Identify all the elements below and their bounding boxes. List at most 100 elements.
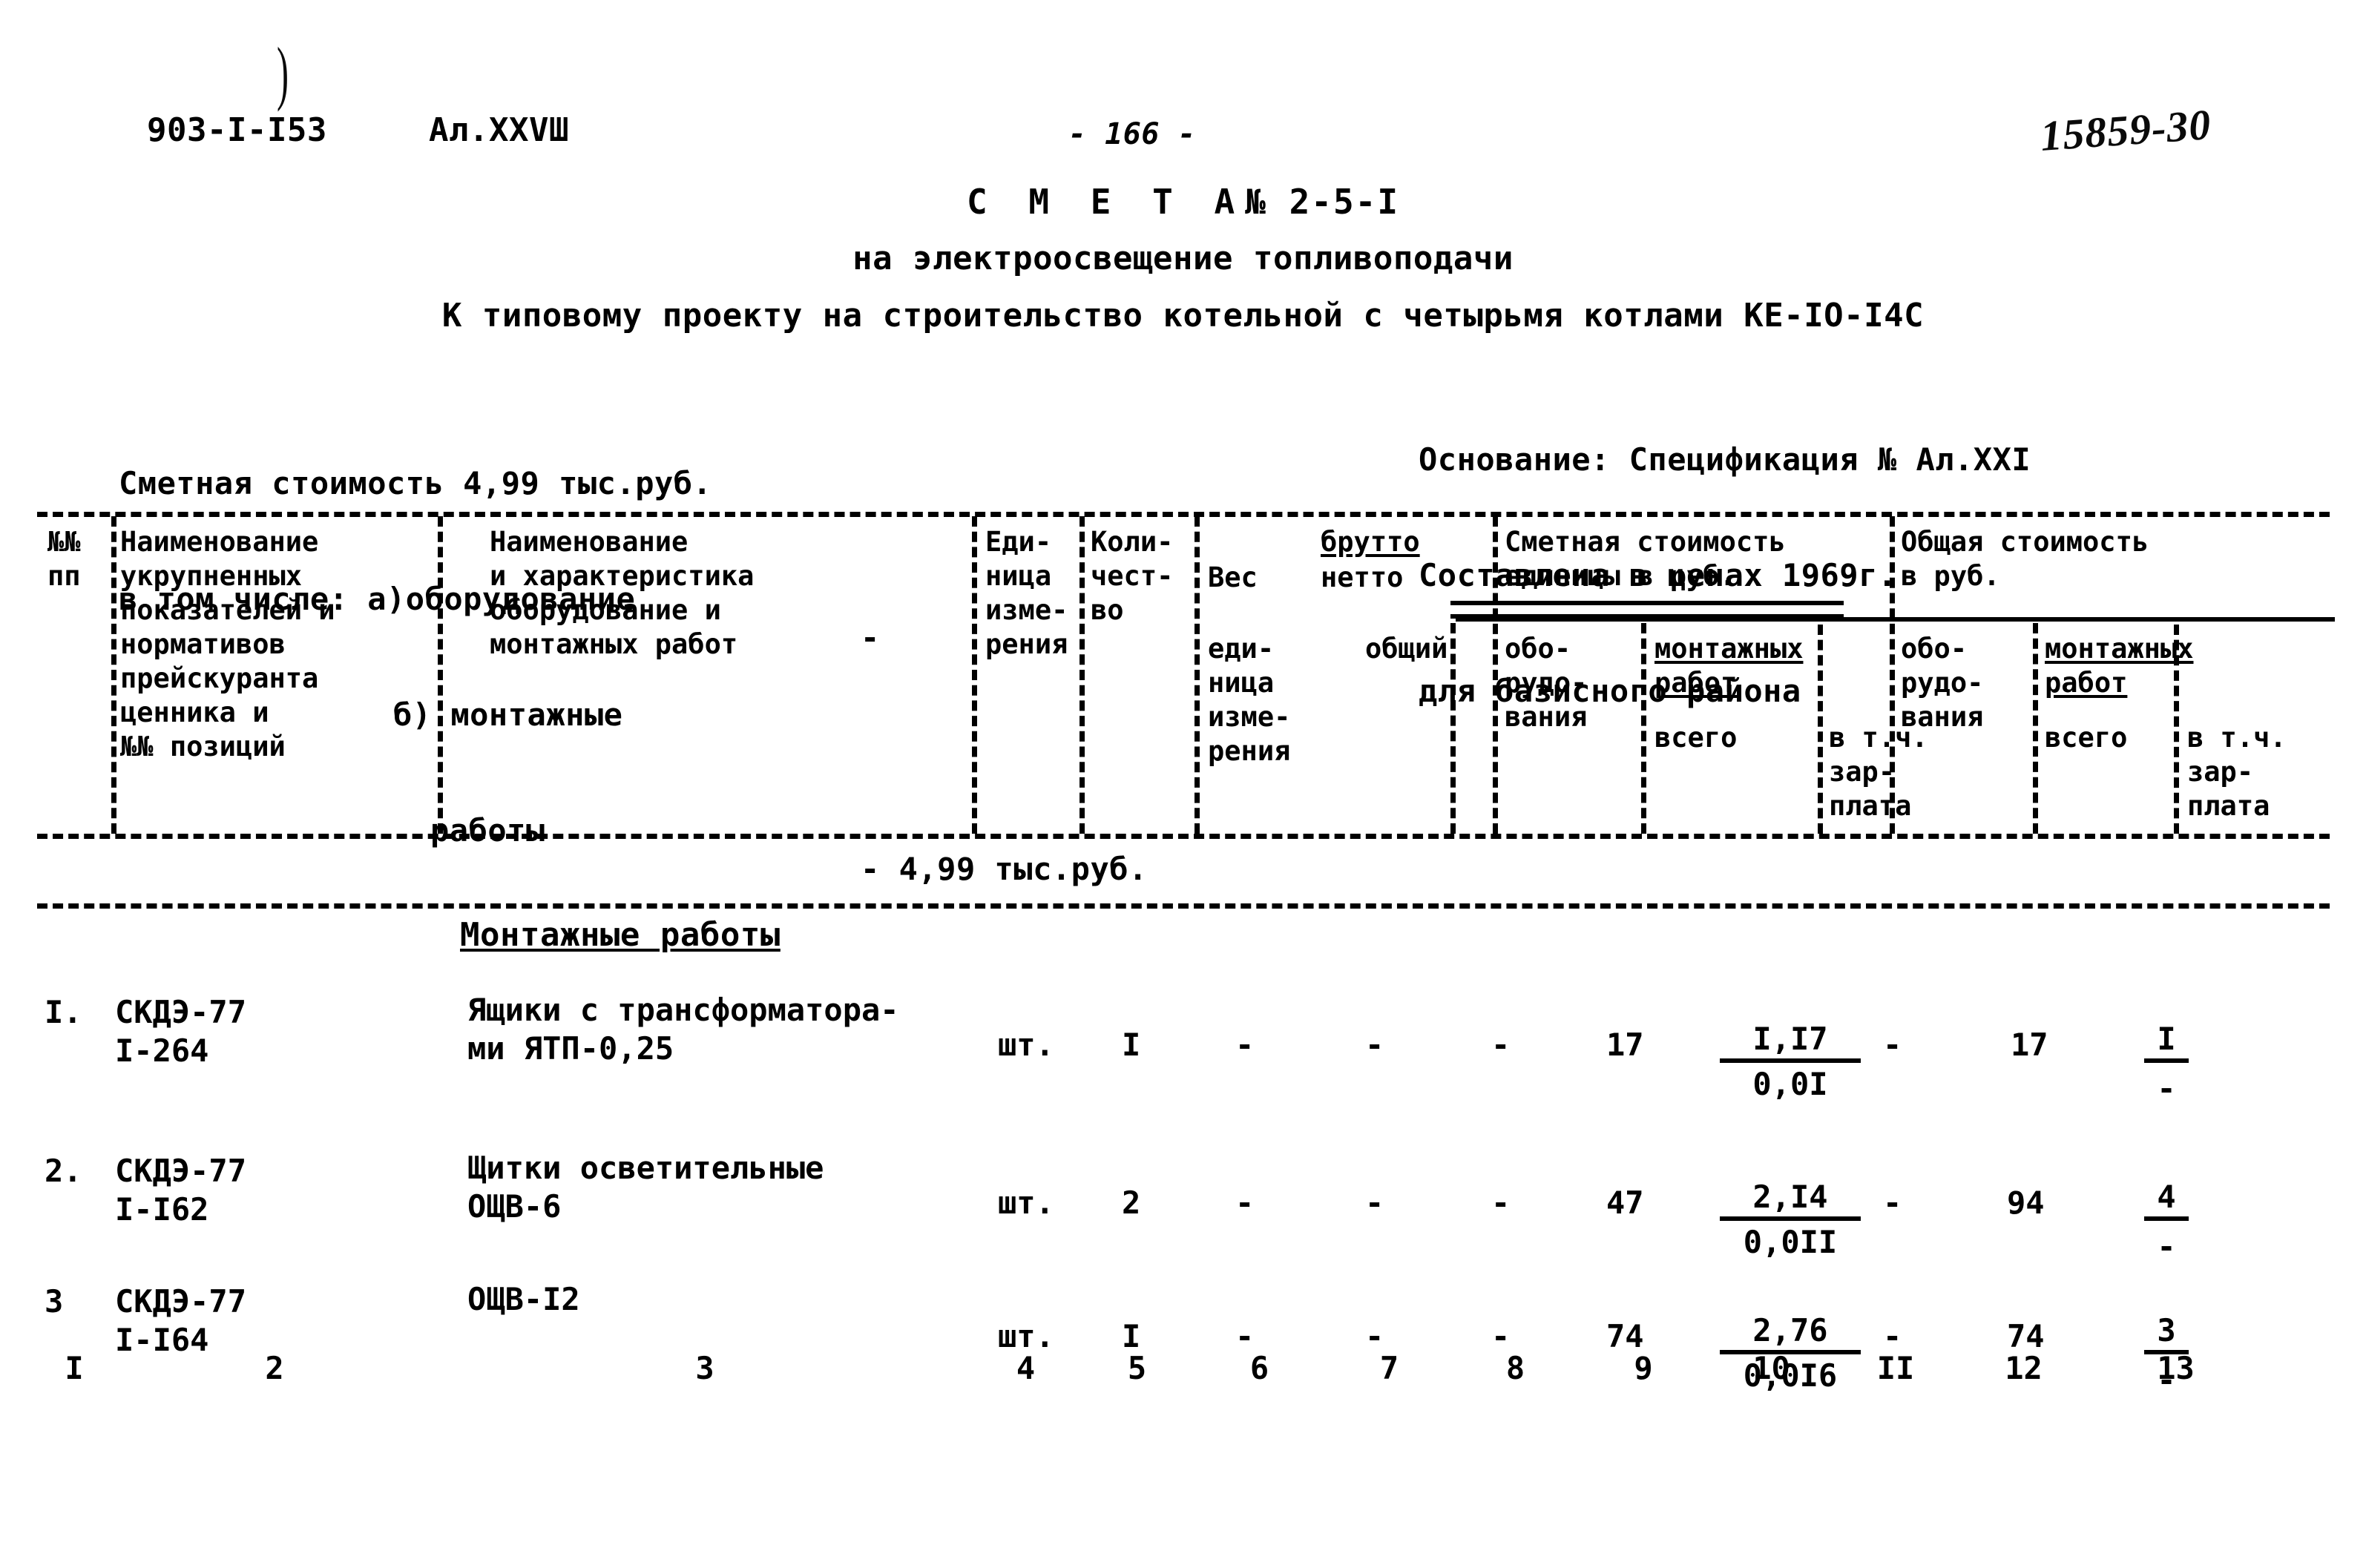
row-wage-total: 4: [2144, 1179, 2189, 1221]
section-heading-montage: Монтажные работы: [460, 916, 781, 954]
summary-total-row: Сметная стоимость 4,99 тыс.руб.: [119, 426, 712, 501]
header-col-1: №№ пп: [47, 526, 81, 592]
page-header: 903-I-I53 Ал.XXVШ - 166 - 15859-30: [0, 100, 2366, 171]
row-install-wage-total: 2,76: [1720, 1312, 1861, 1354]
header-total-cost-group: Общая стоимость в руб.: [1901, 526, 2149, 592]
summary-basis: Основание: Спецификация № Ал.XXI: [1419, 441, 2031, 478]
row-unit: шт.: [998, 1318, 1054, 1354]
page-title: С М Е Т А№ 2-5-I: [0, 182, 2366, 222]
row-wage-salary: -: [2157, 1362, 2176, 1398]
page-subtitle: на электроосвещение топливоподачи: [852, 240, 1514, 277]
summary-install-value: - 4,99 тыс.руб.: [861, 850, 1148, 889]
row-wage-total: I: [2144, 1021, 2189, 1063]
colsep-3: [972, 516, 977, 834]
row-name-line1: Ящики с трансформатора-: [467, 992, 899, 1028]
row-weight-total: -: [1365, 1185, 1384, 1221]
row-name-line2: ОЩВ-6: [467, 1188, 562, 1225]
header-col-12-13-group: монтажных работ: [2045, 633, 2194, 699]
album-label: Ал.XXVШ: [429, 111, 569, 149]
row-name-line2: ми ЯТП-0,25: [467, 1030, 674, 1067]
colnum-3: 3: [695, 1350, 714, 1386]
row-number: 2.: [45, 1153, 82, 1189]
row-install-unit-cost: 47: [1606, 1185, 1644, 1221]
header-col-2: Наименование укрупненных показателей и н…: [120, 526, 335, 762]
row-qty: 2: [1122, 1185, 1141, 1221]
row-install-unit-cost: 17: [1606, 1027, 1644, 1063]
colsep-5: [1194, 516, 1200, 834]
colnum-7: 7: [1379, 1350, 1399, 1386]
row-weight-unit: -: [1235, 1318, 1255, 1354]
colsep-2: [438, 516, 443, 834]
row-weight-unit: -: [1235, 1027, 1255, 1063]
table-colnum-bottom-border: [37, 903, 2330, 909]
header-col-7: общий: [1365, 633, 1448, 665]
row-wage-total-fraction: 3 -: [2144, 1312, 2189, 1398]
summary-brace: ): [276, 33, 289, 112]
colnum-8: 8: [1505, 1350, 1525, 1386]
row-install-total: 94: [2007, 1185, 2045, 1221]
colsep-9: [1818, 625, 1823, 834]
header-col-13: в т.ч. зар- плата: [2187, 722, 2287, 822]
header-col-9: всего: [1654, 722, 1738, 754]
header-col-8: обо- рудо- вания: [1505, 633, 1588, 733]
header-col-5: Коли- чест- во: [1091, 526, 1174, 626]
row-equip-unit-cost: -: [1491, 1185, 1511, 1221]
summary-total-label: Сметная стоимость 4,99 тыс.руб.: [119, 465, 712, 501]
colsep-7: [1493, 516, 1498, 834]
table-top-border: [37, 512, 2330, 517]
row-number: I.: [45, 994, 82, 1030]
row-install-wage-salary: 0,0II: [1743, 1224, 1838, 1260]
row-install-wage-fraction: 2,I4 0,0II: [1720, 1179, 1861, 1260]
row-name-line1: ОЩВ-I2: [467, 1281, 580, 1317]
colsep-11: [2033, 623, 2038, 834]
row-ref-line2: I-I64: [115, 1322, 209, 1358]
header-weight-gross: брутто: [1321, 526, 1420, 558]
unit-cost-group-rule: [1456, 617, 1890, 622]
row-wage-salary: -: [2157, 1228, 2176, 1265]
row-wage-total-fraction: I -: [2144, 1021, 2189, 1107]
row-unit: шт.: [998, 1185, 1054, 1221]
row-install-unit-cost: 74: [1606, 1318, 1644, 1354]
archive-stamp: 15859-30: [2039, 100, 2213, 160]
row-wage-salary: -: [2157, 1070, 2176, 1107]
header-col-6: еди- ница изме- рения: [1208, 633, 1291, 767]
row-qty: I: [1122, 1027, 1141, 1063]
row-ref-line2: I-264: [115, 1032, 209, 1069]
row-weight-unit: -: [1235, 1185, 1255, 1221]
page-title-word: С М Е Т А: [966, 182, 1246, 222]
header-col-12: всего: [2045, 722, 2128, 754]
page-title-number: № 2-5-I: [1245, 182, 1400, 222]
colsep-8: [1641, 623, 1646, 834]
row-ref-line2: I-I62: [115, 1191, 209, 1228]
row-install-wage-salary: 0,0I: [1752, 1066, 1828, 1102]
colsep-6: [1450, 623, 1456, 834]
row-wage-total: 3: [2144, 1312, 2189, 1354]
row-wage-total-fraction: 4 -: [2144, 1179, 2189, 1265]
weight-group-rule: [1450, 601, 1844, 605]
header-weight-net: нетто: [1321, 561, 1404, 593]
header-weight-label: Вес: [1208, 561, 1258, 593]
row-ref-line1: СКДЭ-77: [115, 1283, 247, 1320]
page-number: - 166 -: [1068, 117, 1197, 151]
summary-install-dash: -: [861, 851, 880, 887]
header-col-9-10-group: монтажных работ: [1654, 633, 1804, 699]
row-number: 3: [45, 1283, 64, 1320]
summary-install-label-2: работы: [430, 812, 545, 849]
header-col-10: в т.ч. зар- плата: [1829, 722, 1928, 822]
row-install-wage-fraction: 2,76 0,0I6: [1720, 1312, 1861, 1394]
row-equip-total: -: [1883, 1027, 1902, 1063]
row-install-total: 17: [2011, 1027, 2048, 1063]
header-col-3: Наименование и характеристика оборудован…: [490, 526, 755, 660]
total-cost-group-rule: [1890, 617, 2335, 622]
row-qty: I: [1122, 1318, 1141, 1354]
row-ref-line1: СКДЭ-77: [115, 994, 247, 1030]
row-weight-total: -: [1365, 1318, 1384, 1354]
colsep-4: [1080, 516, 1085, 834]
row-equip-total: -: [1883, 1185, 1902, 1221]
summary-install-row-2: работы - 4,99 тыс.руб.: [119, 773, 1147, 887]
row-equip-unit-cost: -: [1491, 1318, 1511, 1354]
row-weight-total: -: [1365, 1027, 1384, 1063]
document-page: 903-I-I53 Ал.XXVШ - 166 - 15859-30 С М Е…: [0, 0, 2366, 1568]
header-col-4: Еди- ница изме- рения: [985, 526, 1068, 660]
table-colnum-top-border: [37, 834, 2330, 839]
